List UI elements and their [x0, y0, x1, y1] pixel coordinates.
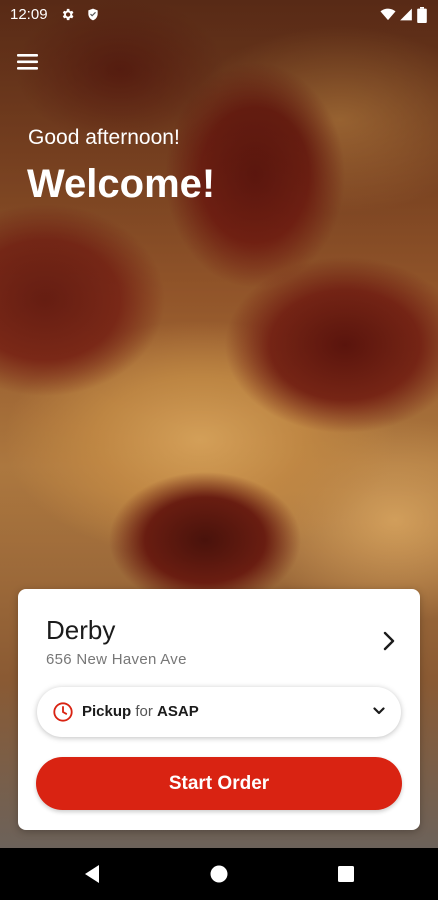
store-name: Derby: [46, 615, 116, 645]
store-address: 656 New Haven Ave: [46, 651, 187, 668]
hamburger-menu-icon[interactable]: [17, 52, 39, 72]
system-nav-bar: [0, 848, 438, 900]
order-mode: Pickup: [82, 703, 132, 720]
wifi-icon: [380, 8, 396, 21]
gear-icon: [62, 8, 74, 21]
battery-icon: [417, 7, 427, 23]
home-icon[interactable]: [209, 863, 229, 885]
status-time: 12:09: [10, 6, 48, 23]
start-order-button[interactable]: Start Order: [36, 757, 402, 810]
order-time: ASAP: [157, 703, 199, 720]
order-type-text: Pickup for ASAP: [82, 703, 199, 720]
signal-icon: [400, 8, 412, 21]
order-type-selector[interactable]: Pickup for ASAP: [37, 687, 401, 737]
chevron-right-icon[interactable]: [382, 631, 396, 651]
greeting-text: Good afternoon!: [28, 126, 180, 149]
recents-icon[interactable]: [336, 863, 356, 885]
clock-icon: [53, 702, 73, 722]
status-bar: 12:09: [0, 0, 438, 30]
back-icon[interactable]: [82, 863, 102, 885]
order-connector: for: [135, 703, 153, 720]
chevron-down-icon: [373, 707, 385, 715]
welcome-title: Welcome!: [27, 162, 216, 206]
shield-icon: [88, 8, 98, 21]
store-card: Derby 656 New Haven Ave Pickup for ASAP …: [18, 589, 420, 830]
